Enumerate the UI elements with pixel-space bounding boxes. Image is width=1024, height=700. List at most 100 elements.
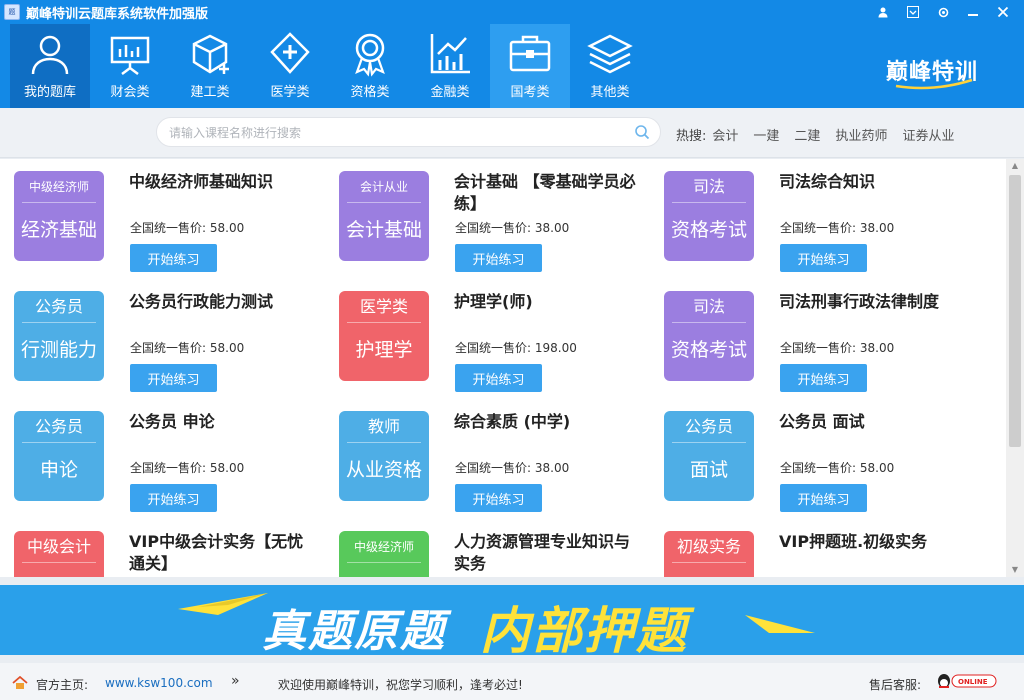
course-thumbnail[interactable]: 司法 资格考试: [664, 171, 754, 261]
course-grid: 中级经济师 经济基础 中级经济师基础知识 全国统一售价: 58.00 开始练习 …: [0, 159, 1006, 577]
menu-icon[interactable]: [898, 2, 928, 22]
course-thumbnail[interactable]: 公务员 面试: [664, 411, 754, 501]
qq-status-text: ONLINE: [958, 678, 988, 686]
course-thumbnail[interactable]: 司法 资格考试: [664, 291, 754, 381]
course-title: 公务员行政能力测试: [129, 292, 274, 311]
nav-item-medical[interactable]: 医学类: [250, 24, 330, 108]
search-icon[interactable]: [634, 124, 650, 140]
layers-icon: [587, 34, 633, 74]
start-practice-button[interactable]: 开始练习: [455, 484, 542, 512]
thumbnail-subject: 护理学: [355, 339, 413, 361]
title-bar: 题 巅峰特训云题库系统软件加强版: [0, 0, 1024, 24]
course-card: 医学类 护理学 护理学(师) 全国统一售价: 198.00 开始练习: [325, 279, 645, 392]
scroll-up-arrow-icon[interactable]: ▲: [1006, 159, 1024, 173]
hot-search-item[interactable]: 会计: [712, 125, 738, 144]
course-price: 全国统一售价: 38.00: [455, 221, 570, 235]
course-card: 公务员 申论 公务员 申论 全国统一售价: 58.00 开始练习: [0, 399, 320, 512]
nav-item-finance-accounting[interactable]: 财会类: [90, 24, 170, 108]
course-title: 公务员 面试: [779, 412, 865, 431]
start-practice-button[interactable]: 开始练习: [130, 484, 217, 512]
hot-search-item[interactable]: 执业药师: [835, 125, 887, 144]
course-price: 全国统一售价: 58.00: [130, 461, 245, 475]
thumbnail-subject: 从业资格: [345, 459, 422, 481]
start-practice-button[interactable]: 开始练习: [780, 484, 867, 512]
course-price: 全国统一售价: 198.00: [455, 341, 577, 355]
hot-search-item[interactable]: 二建: [794, 125, 820, 144]
banner-text-yellow: 内部押题: [480, 602, 688, 655]
thumbnail-category: 初级实务: [672, 531, 746, 563]
hot-search: 热搜: 会计 一建 二建 执业药师 证券从业: [676, 125, 969, 144]
user-icon: [31, 35, 69, 75]
course-title: 护理学(师): [454, 292, 533, 311]
vertical-scrollbar[interactable]: ▲ ▼: [1006, 159, 1024, 577]
course-thumbnail[interactable]: 会计从业 会计基础: [339, 171, 429, 261]
scrollbar-thumb[interactable]: [1009, 175, 1021, 447]
course-thumbnail[interactable]: 中级经济师: [339, 531, 429, 577]
homepage-link[interactable]: www.ksw100.com: [105, 676, 213, 690]
course-price: 全国统一售价: 58.00: [780, 461, 895, 475]
home-icon: [12, 676, 28, 689]
thumbnail-category: 教师: [347, 411, 421, 443]
search-input[interactable]: [169, 123, 619, 143]
thumbnail-subject: 会计基础: [345, 219, 422, 241]
hot-search-item[interactable]: 证券从业: [902, 125, 954, 144]
course-thumbnail[interactable]: 初级实务: [664, 531, 754, 577]
minimize-icon[interactable]: [958, 2, 988, 22]
settings-icon[interactable]: [928, 2, 958, 22]
paper-plane-icon: [745, 615, 815, 633]
course-card: 会计从业 会计基础 会计基础 【零基础学员必练】 全国统一售价: 38.00 开…: [325, 159, 645, 272]
course-thumbnail[interactable]: 中级会计: [14, 531, 104, 577]
course-thumbnail[interactable]: 公务员 行测能力: [14, 291, 104, 381]
course-price: 全国统一售价: 38.00: [780, 341, 895, 355]
nav-item-civil-service[interactable]: 国考类: [490, 24, 570, 108]
bar-chart-trend-icon: [430, 34, 470, 74]
thumbnail-category: 中级经济师: [22, 171, 96, 203]
nav-item-financial[interactable]: 金融类: [410, 24, 490, 108]
briefcase-icon: [509, 35, 551, 72]
presentation-chart-icon: [110, 36, 150, 75]
course-card: 初级实务 VIP押题班.初级实务: [650, 519, 970, 577]
start-practice-button[interactable]: 开始练习: [780, 244, 867, 272]
course-card: 中级经济师 经济基础 中级经济师基础知识 全国统一售价: 58.00 开始练习: [0, 159, 320, 272]
nav-label: 建工类: [190, 85, 230, 100]
course-thumbnail[interactable]: 公务员 申论: [14, 411, 104, 501]
course-title: 综合素质 (中学): [454, 412, 571, 431]
close-icon[interactable]: [988, 2, 1018, 22]
start-practice-button[interactable]: 开始练习: [455, 364, 542, 392]
thumbnail-category: 会计从业: [347, 171, 421, 203]
start-practice-button[interactable]: 开始练习: [130, 244, 217, 272]
course-price: 全国统一售价: 58.00: [130, 221, 245, 235]
course-price: 全国统一售价: 38.00: [455, 461, 570, 475]
promo-banner[interactable]: 真题原题 内部押题: [0, 585, 1024, 655]
scroll-down-arrow-icon[interactable]: ▼: [1006, 563, 1024, 577]
search-box: [156, 117, 661, 147]
thumbnail-subject: 经济基础: [20, 219, 97, 241]
nav-item-qualification[interactable]: 资格类: [330, 24, 410, 108]
nav-item-others[interactable]: 其他类: [570, 24, 650, 108]
start-practice-button[interactable]: 开始练习: [780, 364, 867, 392]
course-title: 司法刑事行政法律制度: [779, 292, 940, 311]
course-thumbnail[interactable]: 教师 从业资格: [339, 411, 429, 501]
nav-label: 我的题库: [23, 85, 76, 100]
window-title: 巅峰特训云题库系统软件加强版: [26, 6, 209, 22]
course-thumbnail[interactable]: 医学类 护理学: [339, 291, 429, 381]
award-medal-icon: [355, 33, 385, 77]
thumbnail-category: 公务员: [672, 411, 746, 443]
start-practice-button[interactable]: 开始练习: [130, 364, 217, 392]
search-bar-row: 热搜: 会计 一建 二建 执业药师 证券从业: [0, 108, 1024, 158]
course-thumbnail[interactable]: 中级经济师 经济基础: [14, 171, 104, 261]
medical-cross-icon: [270, 32, 310, 74]
paper-plane-icon: [178, 593, 268, 615]
nav-item-construction[interactable]: 建工类: [170, 24, 250, 108]
course-title: 人力资源管理专业知识与实务: [454, 532, 631, 573]
course-card: 公务员 面试 公务员 面试 全国统一售价: 58.00 开始练习: [650, 399, 970, 512]
thumbnail-subject: 资格考试: [670, 339, 747, 361]
start-practice-button[interactable]: 开始练习: [455, 244, 542, 272]
course-card: 中级会计 VIP中级会计实务【无忧通关】: [0, 519, 320, 577]
hot-search-item[interactable]: 一建: [753, 125, 779, 144]
nav-item-my-library[interactable]: 我的题库: [10, 24, 90, 108]
course-card: 公务员 行测能力 公务员行政能力测试 全国统一售价: 58.00 开始练习: [0, 279, 320, 392]
course-card: 中级经济师 人力资源管理专业知识与实务: [325, 519, 645, 577]
welcome-message: 欢迎使用巅峰特训，祝您学习顺利，逢考必过!: [278, 678, 523, 692]
user-icon[interactable]: [868, 2, 898, 22]
